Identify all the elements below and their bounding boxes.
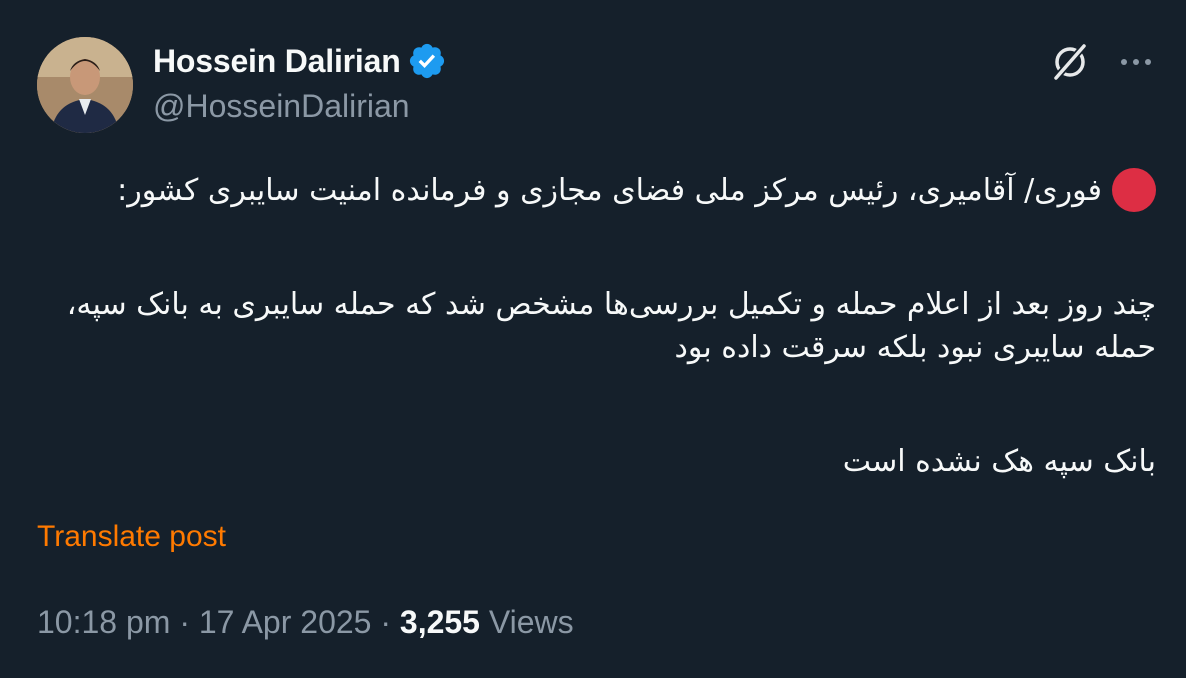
author-display-name[interactable]: Hossein Dalirian [153,43,401,80]
tweet-card: Hossein Dalirian @HosseinDalirian فوری/ … [0,0,1186,678]
post-time[interactable]: 10:18 pm [37,604,170,640]
views-label: Views [488,604,574,640]
more-options-icon[interactable] [1116,42,1156,82]
post-line-1-text: فوری/ آقامیری، رئیس مرکز ملی فضای مجازی … [117,172,1102,208]
author-handle[interactable]: @HosseinDalirian [153,88,410,125]
views-count: 3,255 [399,604,480,640]
post-date[interactable]: 17 Apr 2025 [199,604,372,640]
red-circle-icon [1112,168,1156,212]
meta-separator: · [380,604,391,640]
post-meta: 10:18 pm · 17 Apr 2025 · 3,255 Views [37,604,574,641]
meta-separator: · [179,604,190,640]
avatar[interactable] [37,37,133,133]
grok-icon[interactable] [1048,40,1092,84]
header-actions [1048,40,1156,84]
post-paragraph-2: چند روز بعد از اعلام حمله و تکمیل بررسی‌… [66,287,1156,365]
verified-badge-icon [409,43,444,79]
post-line-1: فوری/ آقامیری، رئیس مرکز ملی فضای مجازی … [37,168,1156,212]
translate-post-link[interactable]: Translate post [37,520,226,554]
author-name-row: Hossein Dalirian [153,40,447,82]
post-body: فوری/ آقامیری، رئیس مرکز ملی فضای مجازی … [37,168,1156,483]
post-paragraph-3: بانک سپه هک نشده است [842,444,1156,479]
